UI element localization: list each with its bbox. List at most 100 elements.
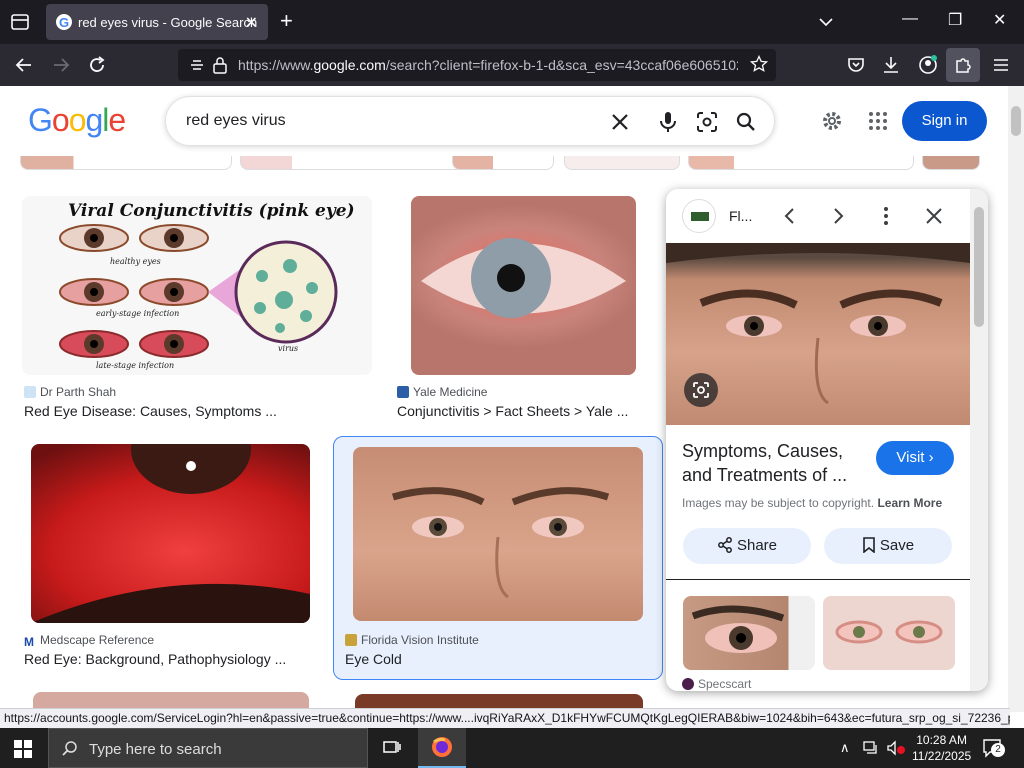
svg-text:virus: virus xyxy=(278,344,298,353)
new-tab-icon[interactable]: + xyxy=(280,10,293,32)
site-favicon-icon[interactable] xyxy=(682,199,716,233)
source-favicon-icon xyxy=(682,678,694,690)
extensions-puzzle-icon xyxy=(956,58,971,73)
tab-overflow-chevron-icon[interactable] xyxy=(816,12,836,32)
firefox-taskbar-button[interactable] xyxy=(418,728,466,768)
reload-icon[interactable] xyxy=(86,54,108,76)
browser-tab-bar: G red eyes virus - Google Search ✕ + — ❐… xyxy=(0,0,1024,44)
google-favicon-icon: G xyxy=(56,14,72,30)
source-favicon-icon: M xyxy=(24,635,34,649)
clear-search-icon[interactable] xyxy=(608,110,632,134)
save-button[interactable]: Save xyxy=(824,528,952,564)
conjunctivitis-diagram-image: Viral Conjunctivitis (pink eye) healthy … xyxy=(59,201,355,370)
panel-divider xyxy=(666,579,970,580)
bookmark-icon xyxy=(863,537,875,554)
active-tab[interactable]: G red eyes virus - Google Search ✕ xyxy=(46,4,268,40)
previous-row-partial xyxy=(20,156,980,170)
close-panel-icon[interactable] xyxy=(924,206,944,226)
next-row-thumbnail[interactable] xyxy=(355,694,643,708)
result-title[interactable]: Eye Cold xyxy=(345,651,402,667)
menu-hamburger-icon[interactable] xyxy=(990,54,1012,76)
panel-header: Fl... xyxy=(666,189,970,243)
visit-button[interactable]: Visit › xyxy=(876,441,954,475)
windows-start-icon[interactable] xyxy=(14,740,32,758)
page-scrollbar-thumb[interactable] xyxy=(1011,106,1021,136)
related-source[interactable]: Specscart xyxy=(682,677,751,691)
panel-site-name[interactable]: Fl... xyxy=(729,208,752,224)
learn-more-link[interactable]: Learn More xyxy=(877,496,942,510)
severe-red-eye-image xyxy=(31,444,310,623)
result-source[interactable]: M Medscape Reference xyxy=(24,633,154,649)
minimize-icon[interactable]: — xyxy=(902,10,918,28)
source-favicon-icon xyxy=(397,386,409,398)
address-bar[interactable]: https://www.google.com/search?client=fir… xyxy=(178,49,776,81)
browser-nav-bar: https://www.google.com/search?client=fir… xyxy=(0,44,1024,86)
next-row-thumbnail[interactable] xyxy=(33,692,309,708)
result-thumbnail[interactable] xyxy=(411,196,636,375)
taskbar-search-icon xyxy=(62,741,77,756)
close-window-icon[interactable]: ✕ xyxy=(993,10,1006,30)
bookmark-star-icon[interactable] xyxy=(750,55,768,73)
related-image[interactable] xyxy=(823,596,955,670)
result-thumbnail[interactable] xyxy=(353,447,643,621)
related-image[interactable] xyxy=(683,596,815,670)
panel-main-image[interactable] xyxy=(666,243,970,425)
chevron-right-icon: › xyxy=(928,449,934,466)
search-query[interactable]: red eyes virus xyxy=(186,112,286,130)
svg-text:Viral Conjunctivitis (pink eye: Viral Conjunctivitis (pink eye) xyxy=(68,201,355,221)
search-icon[interactable] xyxy=(734,110,758,134)
voice-search-icon[interactable] xyxy=(656,110,680,134)
result-source[interactable]: Yale Medicine xyxy=(397,385,487,399)
settings-gear-icon[interactable] xyxy=(820,109,844,133)
google-header: Google red eyes virus Sign in xyxy=(0,86,1008,156)
list-all-tabs-icon[interactable] xyxy=(8,10,32,34)
result-title[interactable]: Conjunctivitis > Fact Sheets > Yale ... xyxy=(397,403,628,419)
panel-scrollbar-thumb[interactable] xyxy=(974,207,984,327)
notification-count-badge: 2 xyxy=(991,743,1005,757)
url-text: https://www.google.com/search?client=fir… xyxy=(238,57,738,73)
previous-chevron-icon[interactable] xyxy=(780,206,800,226)
show-hidden-icons-chevron-icon[interactable]: ∧ xyxy=(840,740,850,756)
maximize-icon[interactable]: ❐ xyxy=(948,10,962,30)
panel-title[interactable]: Symptoms, Causes, and Treatments of ... xyxy=(682,439,867,487)
source-favicon-icon xyxy=(24,386,36,398)
back-arrow-icon[interactable] xyxy=(13,54,35,76)
pocket-icon[interactable] xyxy=(845,54,867,76)
tab-title: red eyes virus - Google Search xyxy=(78,15,258,30)
result-title[interactable]: Red Eye: Background, Pathophysiology ... xyxy=(24,651,286,667)
result-thumbnail[interactable] xyxy=(31,444,310,623)
related-child-eyes-image xyxy=(835,620,943,644)
visual-search-lens-icon[interactable] xyxy=(684,373,718,407)
result-title[interactable]: Red Eye Disease: Causes, Symptoms ... xyxy=(24,403,277,419)
taskbar-search-box[interactable]: Type here to search xyxy=(48,728,368,768)
taskbar-clock[interactable]: 10:28 AM 11/22/2025 xyxy=(912,732,971,764)
close-tab-icon[interactable]: ✕ xyxy=(245,13,258,33)
volume-muted-icon[interactable] xyxy=(886,740,906,756)
svg-text:early-stage infection: early-stage infection xyxy=(96,309,179,318)
notification-center-icon[interactable]: 2 xyxy=(982,738,1005,758)
lock-icon[interactable] xyxy=(212,56,228,74)
next-chevron-icon[interactable] xyxy=(828,206,848,226)
permissions-icon[interactable] xyxy=(188,56,206,74)
share-button[interactable]: Share xyxy=(683,528,811,564)
red-eye-closeup-image xyxy=(421,238,626,318)
task-view-icon[interactable] xyxy=(382,738,402,758)
link-status-bar: https://accounts.google.com/ServiceLogin… xyxy=(0,708,1010,728)
extensions-button[interactable] xyxy=(946,48,980,82)
page-scrollbar[interactable] xyxy=(1008,86,1024,712)
google-apps-grid-icon[interactable] xyxy=(866,109,890,133)
panel-scrollbar[interactable] xyxy=(970,189,988,691)
account-icon[interactable] xyxy=(917,54,939,76)
copyright-notice: Images may be subject to copyright. Lear… xyxy=(682,496,943,510)
sign-in-button[interactable]: Sign in xyxy=(902,101,987,141)
forward-arrow-icon[interactable] xyxy=(50,54,72,76)
more-options-icon[interactable] xyxy=(876,206,896,226)
result-source[interactable]: Dr Parth Shah xyxy=(24,385,116,399)
google-logo[interactable]: Google xyxy=(28,102,126,139)
search-box[interactable]: red eyes virus xyxy=(165,96,775,146)
lens-search-icon[interactable] xyxy=(695,110,719,134)
result-source[interactable]: Florida Vision Institute xyxy=(345,633,479,647)
downloads-icon[interactable] xyxy=(880,54,902,76)
network-icon[interactable] xyxy=(862,740,880,756)
result-thumbnail[interactable]: Viral Conjunctivitis (pink eye) healthy … xyxy=(22,196,372,375)
